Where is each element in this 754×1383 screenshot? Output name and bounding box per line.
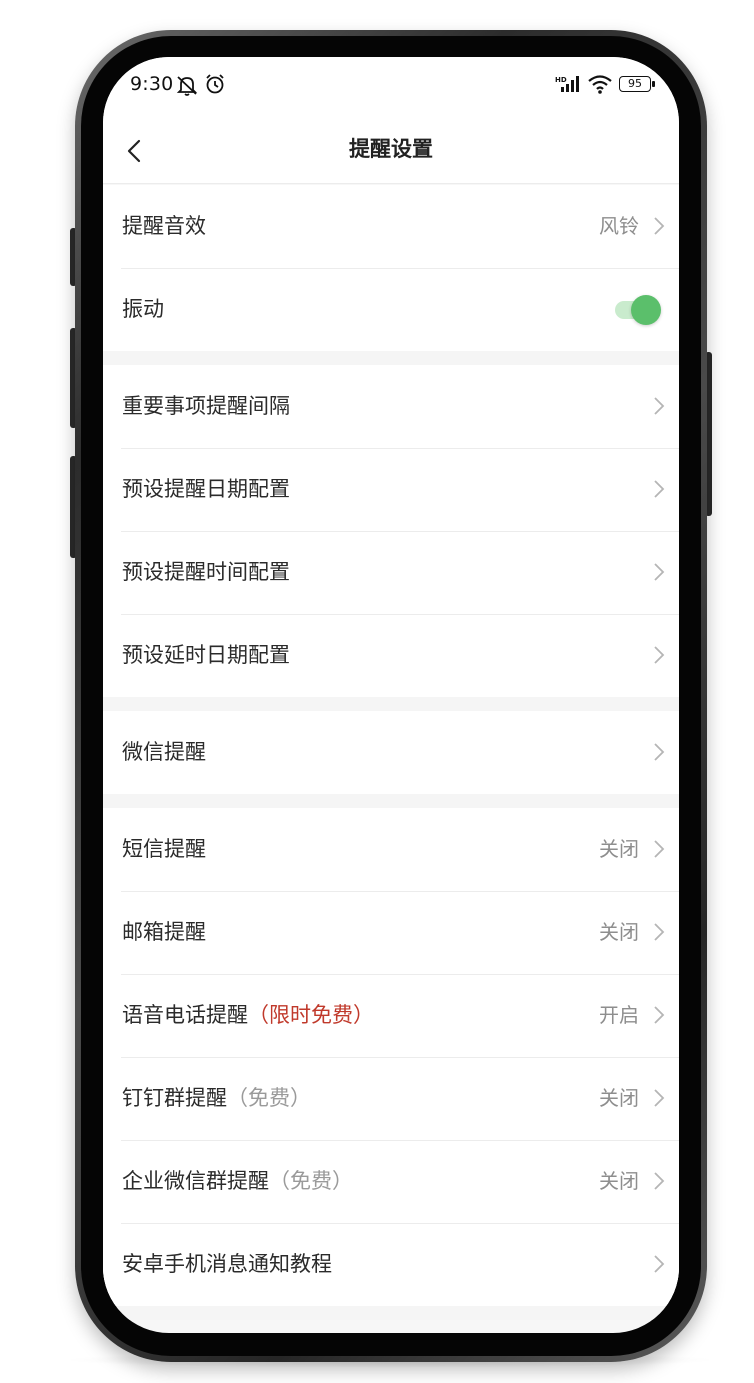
- setting-row-vibration: 振动: [103, 268, 679, 351]
- setting-row-preset-delay[interactable]: 预设延时日期配置: [103, 614, 679, 697]
- chevron-right-icon: [654, 1006, 665, 1024]
- settings-group-sound: 提醒音效 风铃 振动: [103, 185, 679, 351]
- free-tag: （免费）: [269, 1169, 353, 1193]
- setting-label: 企业微信群提醒（免费）: [122, 1140, 353, 1223]
- setting-row-voice-call[interactable]: 语音电话提醒（限时免费） 开启: [103, 974, 679, 1057]
- setting-label: 短信提醒: [122, 837, 206, 861]
- svg-text:HD: HD: [555, 76, 567, 84]
- setting-label: 预设延时日期配置: [122, 643, 290, 667]
- battery-level: 95: [628, 77, 642, 90]
- settings-group-channels: 短信提醒 关闭 邮箱提醒 关闭 语音电话提醒（限时免费） 开启 钉钉群提醒（免费…: [103, 808, 679, 1306]
- chevron-right-icon: [654, 923, 665, 941]
- setting-label: 预设提醒时间配置: [122, 560, 290, 584]
- setting-label-text: 钉钉群提醒: [122, 1086, 227, 1110]
- chevron-right-icon: [654, 563, 665, 581]
- setting-label-text: 语音电话提醒: [122, 1003, 248, 1027]
- setting-label: 钉钉群提醒（免费）: [122, 1057, 311, 1140]
- promo-tag: （限时免费）: [248, 1003, 374, 1027]
- setting-row-preset-time[interactable]: 预设提醒时间配置: [103, 531, 679, 614]
- setting-row-wechat[interactable]: 微信提醒: [103, 711, 679, 794]
- free-tag: （免费）: [227, 1086, 311, 1110]
- battery-icon: 95: [619, 76, 651, 92]
- group-divider: [103, 794, 679, 808]
- setting-row-email[interactable]: 邮箱提醒 关闭: [103, 891, 679, 974]
- setting-row-sms[interactable]: 短信提醒 关闭: [103, 808, 679, 891]
- setting-value: 关闭: [599, 1169, 639, 1193]
- setting-value: 关闭: [599, 837, 639, 861]
- chevron-right-icon: [654, 480, 665, 498]
- device-mockup: 9:30 HD 95 提醒设置 提醒音效 风铃 振动 重要事项提醒间隔 预设提醒…: [0, 0, 754, 1383]
- setting-row-reminder-sound[interactable]: 提醒音效 风铃: [103, 185, 679, 268]
- chevron-right-icon: [654, 840, 665, 858]
- chevron-right-icon: [654, 217, 665, 235]
- setting-value: 开启: [599, 1003, 639, 1027]
- setting-label: 预设提醒日期配置: [122, 477, 290, 501]
- vibration-toggle[interactable]: [615, 295, 661, 325]
- setting-row-android-tutorial[interactable]: 安卓手机消息通知教程: [103, 1223, 679, 1306]
- settings-group-presets: 重要事项提醒间隔 预设提醒日期配置 预设提醒时间配置 预设延时日期配置: [103, 365, 679, 697]
- setting-label: 安卓手机消息通知教程: [122, 1252, 332, 1276]
- setting-value: 风铃: [599, 214, 639, 238]
- hd-signal-icon: HD: [555, 76, 579, 92]
- setting-label: 语音电话提醒（限时免费）: [122, 974, 374, 1057]
- group-divider: [103, 697, 679, 711]
- status-time: 9:30: [130, 73, 174, 95]
- chevron-right-icon: [654, 1089, 665, 1107]
- phone-screen: 9:30 HD 95 提醒设置 提醒音效 风铃 振动 重要事项提醒间隔 预设提醒…: [103, 57, 679, 1333]
- wifi-icon: [588, 75, 612, 94]
- setting-row-preset-date[interactable]: 预设提醒日期配置: [103, 448, 679, 531]
- setting-label: 邮箱提醒: [122, 920, 206, 944]
- setting-row-important-interval[interactable]: 重要事项提醒间隔: [103, 365, 679, 448]
- setting-value: 关闭: [599, 1086, 639, 1110]
- chevron-right-icon: [654, 646, 665, 664]
- nav-bar: 提醒设置: [103, 115, 679, 184]
- chevron-right-icon: [654, 1172, 665, 1190]
- chevron-right-icon: [654, 1255, 665, 1273]
- chevron-right-icon: [654, 743, 665, 761]
- toggle-knob: [631, 295, 661, 325]
- group-divider: [103, 1306, 679, 1320]
- group-divider: [103, 351, 679, 365]
- page-title: 提醒设置: [349, 137, 433, 161]
- status-bar: 9:30 HD 95: [103, 57, 679, 115]
- setting-row-wecom[interactable]: 企业微信群提醒（免费） 关闭: [103, 1140, 679, 1223]
- settings-group-wechat: 微信提醒: [103, 711, 679, 794]
- setting-label: 重要事项提醒间隔: [122, 394, 290, 418]
- setting-label: 振动: [122, 297, 164, 321]
- chevron-right-icon: [654, 397, 665, 415]
- setting-row-dingtalk[interactable]: 钉钉群提醒（免费） 关闭: [103, 1057, 679, 1140]
- setting-value: 关闭: [599, 920, 639, 944]
- setting-label-text: 企业微信群提醒: [122, 1169, 269, 1193]
- alarm-icon: [206, 74, 224, 94]
- setting-label: 微信提醒: [122, 740, 206, 764]
- battery-tip: [652, 81, 655, 87]
- settings-list: 提醒音效 风铃 振动 重要事项提醒间隔 预设提醒日期配置 预设提醒时间配置 预设…: [103, 185, 679, 1320]
- mute-icon: [176, 76, 198, 96]
- setting-label: 提醒音效: [122, 214, 206, 238]
